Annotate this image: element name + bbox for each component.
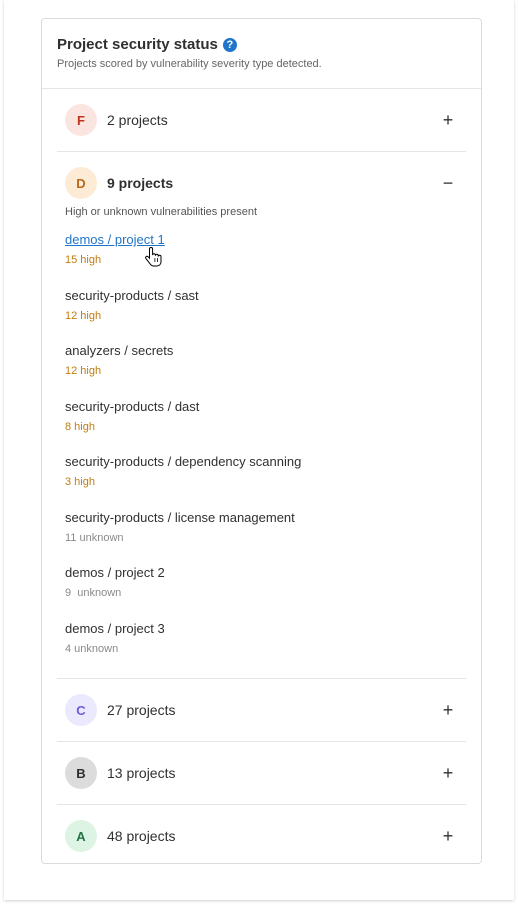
vulnerability-count: 3 high	[65, 476, 95, 488]
grade-a-badge: A	[65, 820, 97, 852]
help-icon[interactable]: ?	[222, 37, 237, 52]
vulnerability-count: 8 high	[65, 420, 95, 433]
grade-group-a: A 48 projects +	[57, 805, 466, 867]
vulnerability-count: 11 unknown	[65, 531, 124, 544]
expand-plus-icon[interactable]: +	[440, 764, 456, 782]
grade-b-badge: B	[65, 757, 97, 789]
project-link[interactable]: security-products / license management	[65, 510, 466, 526]
project-item: analyzers / secrets 12 high	[65, 343, 466, 399]
grade-group-d: D 9 projects − High or unknown vulnerabi…	[57, 152, 466, 679]
grade-f-badge: F	[65, 104, 97, 136]
grade-b-label: 13 projects	[107, 765, 176, 781]
project-item: demos / project 3 4 unknown	[65, 621, 466, 677]
project-link[interactable]: analyzers / secrets	[65, 343, 466, 359]
grade-c-badge: C	[65, 694, 97, 726]
grade-group-c: C 27 projects +	[57, 679, 466, 742]
card-header: Project security status ? Projects score…	[42, 19, 481, 89]
project-link[interactable]: demos / project 1	[65, 232, 466, 248]
grade-f-label: 2 projects	[107, 112, 168, 128]
title-row: Project security status ?	[57, 36, 466, 53]
project-item: security-products / sast 12 high	[65, 288, 466, 344]
vulnerability-count: 12 high	[65, 309, 102, 322]
panel-container: Project security status ? Projects score…	[4, 0, 514, 900]
vulnerability-count: 9 unknown	[65, 587, 122, 599]
grade-a-header[interactable]: A 48 projects +	[57, 805, 466, 867]
grade-group-f: F 2 projects +	[57, 89, 466, 152]
card-subtitle: Projects scored by vulnerability severit…	[57, 58, 322, 70]
project-item: security-products / dependency scanning …	[65, 454, 466, 510]
project-item: security-products / license management 1…	[65, 510, 466, 566]
project-link[interactable]: security-products / sast	[65, 288, 466, 304]
project-link[interactable]: security-products / dependency scanning	[65, 454, 466, 470]
project-item: demos / project 2 9 unknown	[65, 565, 466, 621]
grade-f-header[interactable]: F 2 projects +	[57, 89, 466, 151]
expand-plus-icon[interactable]: +	[440, 111, 456, 129]
grade-d-badge: D	[65, 167, 97, 199]
vulnerability-count: 15 high	[65, 254, 102, 266]
project-item: demos / project 1 15 high	[65, 232, 466, 288]
grade-c-label: 27 projects	[107, 702, 176, 718]
project-link[interactable]: demos / project 3	[65, 621, 466, 637]
project-item: security-products / dast 8 high	[65, 399, 466, 455]
grade-d-header[interactable]: D 9 projects −	[57, 152, 466, 214]
grade-list: F 2 projects + D 9 projects − High or un…	[42, 89, 481, 867]
grade-a-label: 48 projects	[107, 828, 176, 844]
project-link[interactable]: demos / project 2	[65, 565, 466, 581]
grade-b-header[interactable]: B 13 projects +	[57, 742, 466, 804]
expand-plus-icon[interactable]: +	[440, 701, 456, 719]
expand-plus-icon[interactable]: +	[440, 827, 456, 845]
project-link[interactable]: security-products / dast	[65, 399, 466, 415]
vulnerability-count: 12 high	[65, 365, 102, 377]
grade-group-b: B 13 projects +	[57, 742, 466, 805]
security-status-card: Project security status ? Projects score…	[41, 18, 482, 864]
page-title: Project security status	[57, 36, 218, 53]
hand-pointer-icon	[145, 247, 162, 267]
grade-c-header[interactable]: C 27 projects +	[57, 679, 466, 741]
collapse-minus-icon[interactable]: −	[440, 174, 456, 192]
vulnerability-count: 4 unknown	[65, 642, 119, 655]
grade-d-label: 9 projects	[107, 175, 174, 191]
